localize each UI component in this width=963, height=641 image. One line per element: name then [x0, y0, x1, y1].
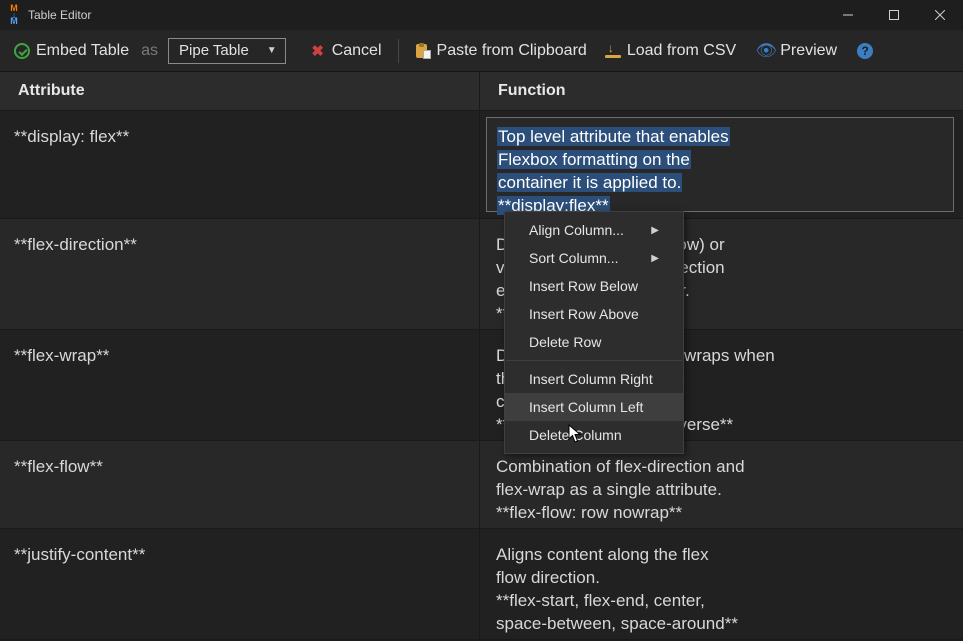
window-controls: [825, 0, 963, 30]
table-editor: Attribute Function **display: flex** Top…: [0, 72, 963, 640]
eye-icon: 👁: [758, 43, 774, 59]
ctx-delete-row[interactable]: Delete Row: [505, 328, 683, 356]
chevron-down-icon: ▼: [267, 45, 277, 56]
cell-function-editing[interactable]: Top level attribute that enables Flexbox…: [486, 117, 954, 212]
close-button[interactable]: [917, 0, 963, 30]
context-menu: Align Column... ▶ Sort Column... ▶ Inser…: [504, 211, 684, 454]
ctx-insert-column-right[interactable]: Insert Column Right: [505, 365, 683, 393]
table-row: **display: flex** Top level attribute th…: [0, 111, 963, 219]
load-csv-label: Load from CSV: [627, 42, 736, 60]
load-csv-button[interactable]: ↓ Load from CSV: [605, 42, 736, 60]
as-label: as: [139, 42, 158, 60]
ctx-item-label: Insert Row Above: [529, 306, 639, 322]
cell-function[interactable]: Combination of flex-direction and flex-w…: [480, 441, 963, 528]
titlebar: M↓M Table Editor: [0, 0, 963, 30]
window-title: Table Editor: [28, 8, 91, 22]
toolbar-separator: [398, 39, 399, 63]
submenu-arrow-icon: ▶: [651, 253, 659, 264]
paste-clipboard-button[interactable]: Paste from Clipboard: [415, 42, 587, 60]
maximize-button[interactable]: [871, 0, 917, 30]
preview-label: Preview: [780, 42, 837, 60]
selected-text-line: container it is applied to.: [497, 173, 682, 192]
ctx-delete-column[interactable]: Delete Column: [505, 421, 683, 449]
ctx-insert-row-below[interactable]: Insert Row Below: [505, 272, 683, 300]
ctx-insert-row-above[interactable]: Insert Row Above: [505, 300, 683, 328]
help-button[interactable]: ?: [857, 43, 873, 59]
submenu-arrow-icon: ▶: [651, 225, 659, 236]
app-icon: M↓M: [6, 7, 22, 23]
column-header-attribute[interactable]: Attribute: [0, 72, 480, 110]
toolbar: Embed Table as Pipe Table ▼ ✖ Cancel Pas…: [0, 30, 963, 72]
table-row: **flex-flow** Combination of flex-direct…: [0, 441, 963, 529]
column-header-function[interactable]: Function: [480, 72, 963, 110]
selected-text-line: Top level attribute that enables: [497, 127, 730, 146]
table-type-selected: Pipe Table: [179, 42, 249, 59]
cell-attribute[interactable]: **flex-wrap**: [0, 330, 480, 440]
table-row: **justify-content** Aligns content along…: [0, 529, 963, 640]
table-row: **flex-direction** Determines horizontal…: [0, 219, 963, 330]
table-row: **flex-wrap** Determines how content wra…: [0, 330, 963, 441]
ctx-item-label: Align Column...: [529, 222, 624, 238]
ctx-item-label: Insert Column Right: [529, 371, 653, 387]
embed-table-button[interactable]: Embed Table: [14, 42, 129, 60]
clipboard-paste-icon: [415, 43, 431, 59]
check-circle-icon: [14, 43, 30, 59]
cell-function[interactable]: Aligns content along the flex flow direc…: [480, 529, 963, 639]
cancel-button[interactable]: ✖ Cancel: [310, 42, 382, 60]
download-file-icon: ↓: [605, 43, 621, 59]
cell-attribute[interactable]: **justify-content**: [0, 529, 480, 639]
ctx-sort-column[interactable]: Sort Column... ▶: [505, 244, 683, 272]
table-header-row: Attribute Function: [0, 72, 963, 111]
ctx-separator: [506, 360, 682, 361]
embed-table-label: Embed Table: [36, 42, 129, 60]
ctx-insert-column-left[interactable]: Insert Column Left: [505, 393, 683, 421]
ctx-align-column[interactable]: Align Column... ▶: [505, 216, 683, 244]
ctx-item-label: Sort Column...: [529, 250, 618, 266]
minimize-button[interactable]: [825, 0, 871, 30]
paste-clipboard-label: Paste from Clipboard: [437, 42, 587, 60]
selected-text-line: Flexbox formatting on the: [497, 150, 691, 169]
preview-button[interactable]: 👁 Preview: [758, 42, 837, 60]
cell-attribute[interactable]: **flex-flow**: [0, 441, 480, 528]
table-type-select[interactable]: Pipe Table ▼: [168, 38, 286, 64]
ctx-item-label: Delete Column: [529, 427, 622, 443]
cell-attribute[interactable]: **display: flex**: [0, 111, 480, 218]
help-icon: ?: [857, 43, 873, 59]
cancel-label: Cancel: [332, 42, 382, 60]
ctx-item-label: Insert Row Below: [529, 278, 638, 294]
cell-attribute[interactable]: **flex-direction**: [0, 219, 480, 329]
cancel-icon: ✖: [310, 43, 326, 59]
ctx-item-label: Insert Column Left: [529, 399, 643, 415]
ctx-item-label: Delete Row: [529, 334, 601, 350]
